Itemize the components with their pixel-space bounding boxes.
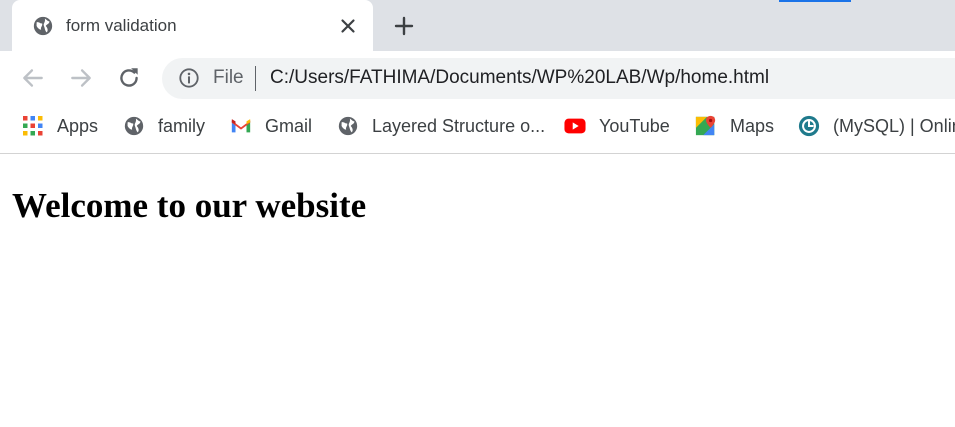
info-icon[interactable] bbox=[178, 67, 200, 89]
youtube-icon bbox=[564, 118, 586, 134]
tab-strip: form validation bbox=[0, 0, 955, 51]
browser-toolbar: File C:/Users/FATHIMA/Documents/WP%20LAB… bbox=[0, 51, 955, 107]
bookmark-label: Layered Structure o... bbox=[372, 116, 546, 136]
apps-grid-icon bbox=[23, 116, 43, 136]
mysql-icon bbox=[798, 115, 820, 137]
address-bar[interactable]: File C:/Users/FATHIMA/Documents/WP%20LAB… bbox=[162, 58, 955, 99]
omnibox-divider bbox=[255, 66, 256, 91]
globe-icon bbox=[124, 116, 144, 136]
page-content: Welcome to our website bbox=[0, 154, 955, 427]
bookmark-label: Gmail bbox=[265, 116, 313, 136]
url-scheme: File bbox=[213, 67, 244, 88]
page-heading: Welcome to our website bbox=[12, 186, 367, 225]
bookmark-label: family bbox=[158, 116, 206, 136]
globe-icon bbox=[338, 116, 358, 136]
arrow-right-icon[interactable] bbox=[68, 65, 94, 91]
maps-icon bbox=[695, 115, 716, 136]
reload-icon[interactable] bbox=[116, 65, 142, 91]
bookmark-label: YouTube bbox=[599, 116, 670, 136]
tab-title: form validation bbox=[66, 16, 177, 35]
plus-icon[interactable] bbox=[392, 14, 416, 38]
bookmarks-bar: Apps family Gmail Layered Structure o... bbox=[0, 107, 955, 154]
arrow-left-icon[interactable] bbox=[20, 65, 46, 91]
bookmark-label: Apps bbox=[57, 116, 99, 136]
tabstrip-accent bbox=[779, 0, 851, 2]
bookmark-label: Maps bbox=[730, 116, 775, 136]
url-text[interactable]: C:/Users/FATHIMA/Documents/WP%20LAB/Wp/h… bbox=[270, 67, 769, 89]
close-icon[interactable] bbox=[337, 15, 359, 37]
gmail-icon bbox=[231, 119, 251, 133]
globe-icon bbox=[33, 16, 53, 36]
tab-form-validation[interactable]: form validation bbox=[12, 0, 373, 51]
bookmark-label: (MySQL) | Onlin bbox=[833, 116, 955, 136]
